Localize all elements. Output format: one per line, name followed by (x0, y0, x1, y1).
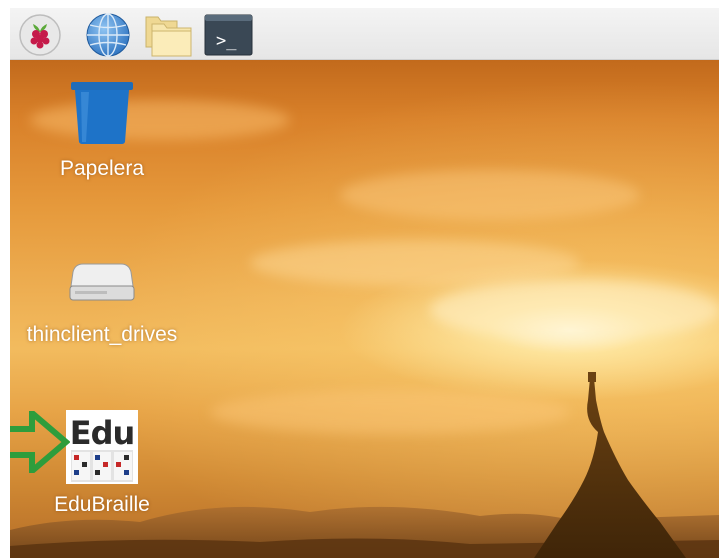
raspberry-icon (19, 14, 61, 56)
folders-icon (145, 16, 192, 57)
edubraille-logo-text: Edu (70, 414, 135, 452)
arrow-right-icon (10, 411, 70, 473)
trash-icon-box (22, 80, 182, 150)
desktop-wallpaper: Papelera thinclient_drives Edu EduBraill… (10, 60, 719, 558)
terminal-glyph: >_ (216, 31, 237, 51)
drives-label: thinclient_drives (26, 323, 178, 346)
taskbar: >_ (10, 8, 719, 60)
file-manager-button[interactable] (142, 12, 192, 58)
terminal-icon: >_ (204, 14, 253, 56)
screen: >_ Papelera thinclient_drives Edu EduBra… (0, 0, 719, 558)
edubraille-icon: Edu (66, 410, 138, 484)
web-browser-button[interactable] (82, 12, 132, 58)
drive-icon (69, 263, 135, 301)
trash-label: Papelera (59, 157, 145, 180)
menu-button[interactable] (16, 12, 66, 58)
desktop-icon-trash[interactable]: Papelera (22, 78, 182, 198)
trash-icon (71, 82, 133, 144)
edubraille-label: EduBraille (54, 493, 150, 516)
terminal-button[interactable]: >_ (204, 12, 254, 58)
desktop-icon-drives[interactable]: thinclient_drives (22, 256, 182, 396)
globe-icon (86, 13, 130, 57)
